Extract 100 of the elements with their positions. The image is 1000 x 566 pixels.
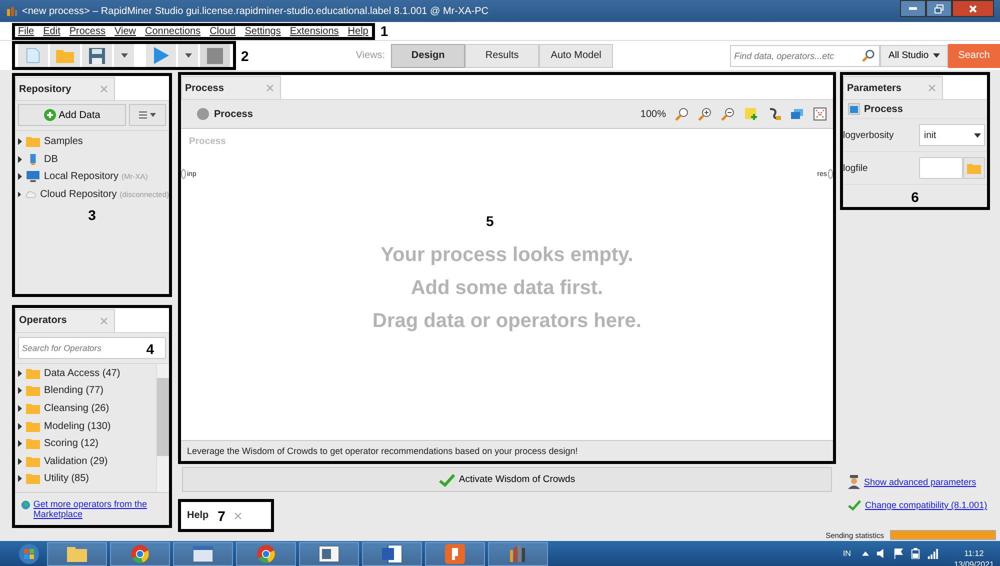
tray-expand-icon[interactable]	[862, 551, 869, 556]
callout-number: 1	[379, 23, 390, 39]
taskbar-app[interactable]	[173, 542, 233, 566]
activate-button[interactable]: Activate Wisdom of Crowds	[182, 467, 832, 492]
menu-item[interactable]: File	[18, 26, 34, 36]
callout-number: 6	[910, 189, 920, 205]
save-button[interactable]	[82, 44, 112, 67]
parameter-dropdown[interactable]: init	[919, 124, 985, 146]
parameter-field[interactable]	[919, 157, 963, 179]
taskbar-app[interactable]	[488, 542, 548, 566]
stop-icon	[207, 48, 223, 64]
flag-icon[interactable]	[892, 548, 904, 559]
advanced-parameters-link[interactable]: Show advanced parameters	[864, 477, 976, 487]
help-tab[interactable]: Help 7	[178, 499, 274, 532]
scrollbar[interactable]	[156, 364, 169, 492]
options-button[interactable]	[129, 104, 166, 126]
battery-icon[interactable]	[910, 548, 921, 559]
close-icon	[234, 512, 242, 520]
check-icon	[438, 472, 455, 486]
breadcrumb[interactable]: Process	[214, 108, 253, 120]
tree-item[interactable]: Samples	[18, 133, 169, 151]
menu-item[interactable]: Process	[69, 26, 106, 36]
layers-icon[interactable]	[790, 107, 804, 121]
browser-icon	[131, 544, 149, 562]
taskbar-app[interactable]	[47, 542, 107, 566]
signal-icon[interactable]	[926, 548, 938, 559]
clock-time[interactable]: 11:12	[964, 548, 984, 558]
expand-icon	[18, 404, 22, 412]
operator-icon	[848, 103, 860, 115]
tree-item[interactable]: Utility (85)	[18, 470, 156, 488]
marketplace-link[interactable]: Get more operators from the Marketplace	[33, 499, 163, 519]
add-data-button[interactable]: Add Data	[18, 104, 126, 126]
panel-tab[interactable]: Repository	[15, 77, 115, 100]
folder-icon	[26, 456, 40, 467]
menu-item[interactable]: Extensions	[290, 26, 339, 36]
callout-number: 5	[485, 213, 495, 229]
menu-item[interactable]: Connections	[144, 26, 201, 36]
view-tab[interactable]: Design	[391, 44, 466, 68]
caret-icon	[932, 53, 940, 58]
menu-item[interactable]: Help	[348, 26, 368, 36]
empty-state-message: Your process looks empty.	[380, 243, 634, 268]
tree-item[interactable]: Data Access (47)	[18, 364, 156, 382]
tree-item[interactable]: DB	[18, 150, 169, 168]
taskbar-app[interactable]	[425, 542, 485, 566]
fit-view-icon[interactable]	[813, 107, 827, 121]
zoom-reset-icon[interactable]	[675, 107, 689, 121]
empty-state-message: Add some data first.	[410, 276, 604, 301]
panel-tab[interactable]: Operators	[15, 308, 115, 332]
panel-tab[interactable]: Parameters	[843, 76, 943, 99]
taskbar-app[interactable]	[362, 542, 422, 566]
globe-icon	[21, 499, 30, 511]
taskbar-app[interactable]	[299, 542, 359, 566]
add-note-icon[interactable]	[744, 107, 758, 121]
menu-item[interactable]: View	[114, 26, 136, 36]
windows-logo-icon	[19, 544, 39, 564]
expand-icon	[18, 370, 22, 377]
callout-number: 4	[145, 340, 155, 356]
close-icon	[266, 84, 274, 92]
caret-icon	[974, 132, 981, 138]
taskbar-app[interactable]	[110, 542, 170, 566]
window-icon	[193, 546, 213, 562]
tree-item[interactable]: Modeling (130)	[18, 417, 156, 435]
menu-item[interactable]: Settings	[244, 26, 281, 36]
folder-icon	[67, 546, 87, 562]
folder-icon	[26, 420, 40, 432]
tab-label: Help	[187, 510, 209, 521]
view-tab[interactable]: Results	[465, 44, 540, 68]
user-icon	[848, 475, 860, 489]
menu-item[interactable]: Edit	[43, 26, 60, 36]
run-menu-button[interactable]	[178, 44, 198, 67]
tree-item[interactable]: Validation (29)	[18, 452, 156, 470]
expand-icon	[18, 387, 22, 394]
tree-item[interactable]: Cleansing (26)	[18, 400, 156, 418]
maximize-button[interactable]	[926, 0, 952, 17]
document-icon	[382, 544, 402, 562]
folder-icon	[26, 136, 40, 148]
expand-icon	[18, 475, 22, 482]
caret-icon	[184, 53, 192, 58]
compatibility-link[interactable]: Change compatibility (8.1.001)	[865, 500, 988, 510]
callout-number: 2	[240, 48, 250, 64]
panel-tab[interactable]: Process	[181, 76, 281, 99]
minimize-icon	[909, 7, 917, 10]
folder-icon	[967, 162, 981, 174]
scope-dropdown[interactable]: All Studio	[880, 44, 948, 66]
view-tab[interactable]: Auto Model	[539, 44, 614, 68]
tree-item[interactable]: Scoring (12)	[18, 434, 156, 452]
run-button[interactable]	[146, 44, 176, 67]
minimize-button[interactable]	[900, 0, 926, 17]
language-indicator[interactable]: IN	[842, 549, 851, 558]
play-icon	[154, 47, 168, 64]
plug-icon[interactable]	[767, 107, 781, 121]
tree-item[interactable]: Blending (77)	[18, 382, 156, 400]
close-button[interactable]	[952, 0, 994, 17]
taskbar-app[interactable]	[236, 542, 296, 566]
parameter-label: logverbosity	[843, 130, 895, 140]
zoom-out-icon[interactable]	[721, 107, 735, 121]
zoom-in-icon[interactable]	[698, 107, 712, 121]
save-menu-button[interactable]	[114, 44, 134, 67]
menu-item[interactable]: Cloud	[210, 26, 236, 36]
close-icon	[100, 85, 108, 93]
